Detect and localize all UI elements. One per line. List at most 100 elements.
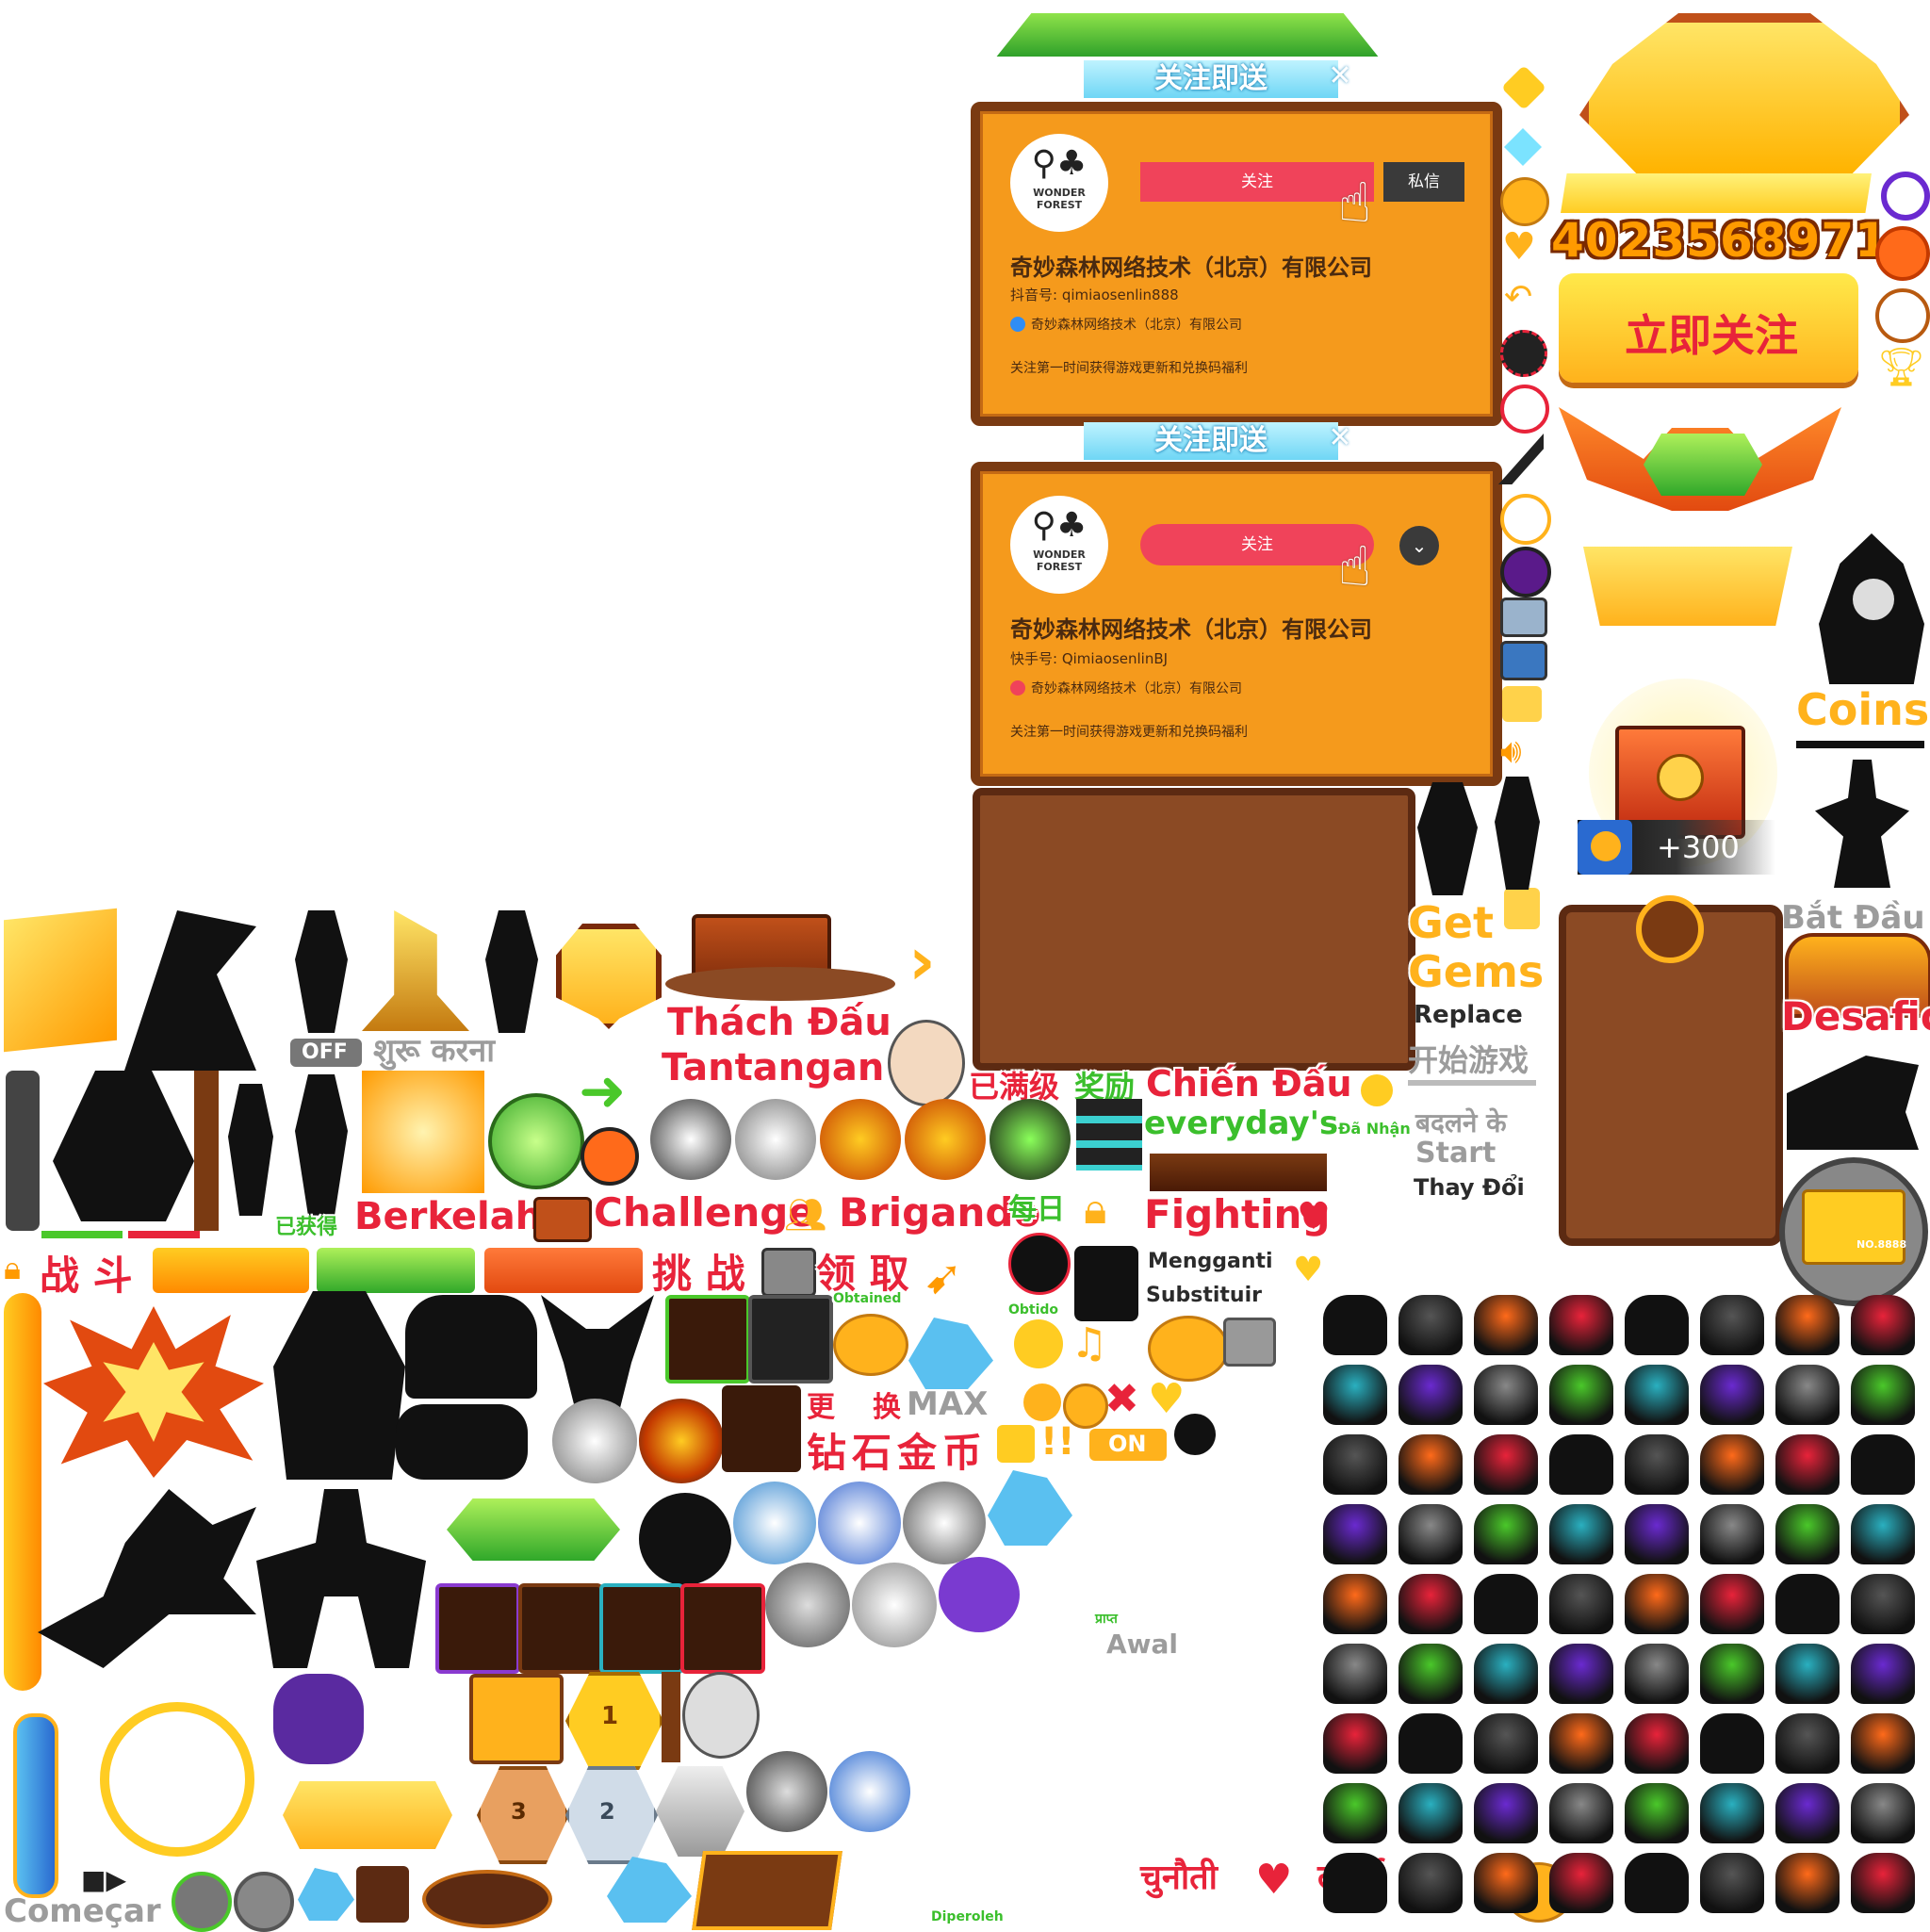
hero-portrait-icon — [1398, 1295, 1463, 1355]
get-label: Get — [1408, 897, 1494, 948]
gear-icon — [1636, 895, 1704, 963]
hero-portrait-icon — [1625, 1365, 1689, 1425]
coin-stack-icon — [1148, 1316, 1229, 1382]
purple-ring-icon — [1881, 172, 1930, 221]
spear-silhouette — [228, 1084, 273, 1216]
spiked-mine-icon — [1500, 330, 1547, 377]
hero-portrait-icon — [1775, 1853, 1840, 1913]
demon-silhouette — [541, 1295, 654, 1408]
hero-portrait-icon — [1398, 1504, 1463, 1564]
bat-dau-label: Bắt Đầu — [1781, 899, 1925, 937]
verified-name: 奇妙森林网络技术（北京）有限公司 — [1031, 318, 1242, 333]
horse-trophy — [362, 910, 469, 1031]
diperoleh-label: Diperoleh — [931, 1909, 1004, 1924]
shuru-label: शुरू करना — [373, 1032, 496, 1070]
zhandou-label: 战 斗 — [40, 1253, 133, 1299]
hero-portrait-icon — [1323, 1644, 1387, 1704]
close-icon[interactable]: ✕ — [1324, 422, 1356, 454]
hero-portrait-icon — [1625, 1295, 1689, 1355]
green-gem-button[interactable] — [447, 1498, 620, 1561]
slot-purple — [435, 1583, 520, 1674]
awal-label: Awal — [1106, 1629, 1179, 1660]
thay-doi-label: Thay Đổi — [1414, 1174, 1525, 1201]
video-icon: ■▶ — [81, 1864, 126, 1895]
yihuode-label: 已获得 — [275, 1216, 338, 1239]
hero-portrait-icon — [1474, 1783, 1538, 1843]
pointing-hand-icon: ☝ — [1338, 171, 1372, 235]
green-orb-icon — [488, 1093, 584, 1189]
fire-orb-icon — [639, 1399, 724, 1483]
everydays-label: everyday's — [1144, 1105, 1339, 1142]
hero-portrait-icon — [1700, 1365, 1764, 1425]
rank-2-number: 2 — [599, 1798, 615, 1825]
hero-portrait-icon — [1549, 1853, 1613, 1913]
globe-icon — [1875, 288, 1930, 343]
black-dot — [1174, 1414, 1216, 1455]
hero-portrait-icon — [1775, 1783, 1840, 1843]
hero-portrait-icon — [1700, 1295, 1764, 1355]
mage-silhouette — [295, 1074, 348, 1216]
hero-portrait-icon — [1323, 1713, 1387, 1774]
sun-icon — [1875, 226, 1930, 281]
lock-icon: 🔒︎ — [4, 1250, 22, 1287]
hero-portrait-icon — [1474, 1574, 1538, 1634]
hero-portrait-icon — [1398, 1365, 1463, 1425]
orange-tall-bar — [4, 1293, 41, 1691]
account-id: 抖音号: qimiaosenlin888 — [1010, 287, 1179, 303]
robot-silhouette — [1074, 1246, 1138, 1321]
gray-button — [234, 1872, 294, 1932]
hero-portrait-icon — [1851, 1853, 1915, 1913]
black-orb — [639, 1493, 731, 1585]
coin-bag-icon — [939, 1557, 1020, 1632]
trident-icon — [1796, 741, 1924, 748]
hero-portrait-icon — [1851, 1783, 1915, 1843]
verified-icon — [1010, 317, 1025, 332]
close-icon[interactable]: ✕ — [1324, 60, 1356, 92]
hero-portrait-icon — [1625, 1504, 1689, 1564]
trophy-icon: 🏆︎ — [1877, 346, 1925, 389]
hero-face — [1853, 579, 1894, 620]
share-button[interactable] — [172, 1872, 232, 1932]
green-team-skill-icon — [990, 1099, 1071, 1180]
yimanji-label: 已满级 — [969, 1069, 1060, 1105]
hero-portrait-icon — [1700, 1644, 1764, 1704]
whirlwind-skill-icon — [735, 1099, 816, 1180]
hero-portrait-icon — [1323, 1574, 1387, 1634]
follow-note: 关注第一时间获得游戏更新和兑换码福利 — [1010, 361, 1248, 376]
hex-bars — [1076, 1099, 1142, 1171]
orange-bar — [153, 1248, 309, 1293]
gold-tag-icon — [1500, 64, 1547, 111]
crystal-icon — [908, 1318, 993, 1389]
rank-3-number: 3 — [511, 1798, 527, 1825]
on-label: ON — [1108, 1431, 1147, 1457]
catapult-silhouette — [124, 910, 256, 1071]
tiaozhan-label: 挑 战 — [652, 1251, 745, 1297]
chevron-down-icon[interactable]: ⌄ — [1399, 526, 1439, 565]
rank-1-number: 1 — [601, 1702, 619, 1730]
broken-heart-icon: ♥ — [1255, 1856, 1293, 1904]
coin-stack-icon — [833, 1314, 908, 1376]
tornado-orb-icon — [733, 1482, 816, 1564]
heart-icon: ♥ — [1502, 225, 1536, 269]
chest-icon — [1500, 598, 1547, 637]
gold-block — [4, 908, 117, 1053]
hero-portrait-icon — [1474, 1295, 1538, 1355]
hero-portrait-icon — [1474, 1853, 1538, 1913]
gems-label: Gems — [1408, 946, 1545, 997]
geng-label: 更 — [807, 1391, 835, 1424]
obtido-label: Obtido — [1008, 1302, 1059, 1318]
chevron-right-icon[interactable]: › — [908, 924, 956, 999]
red-health-bar — [128, 1231, 200, 1238]
slot-brown — [518, 1583, 603, 1674]
badalne-label: बदलने के — [1415, 1107, 1507, 1138]
hero-portrait-icon — [1549, 1713, 1613, 1774]
coin-icon — [1361, 1074, 1393, 1106]
clipboard-icon — [1504, 888, 1540, 929]
da-nhan-label: Đã Nhận — [1338, 1120, 1411, 1138]
add-friend-icon: 👥︎ — [784, 1196, 827, 1235]
coins-label: Coins — [1796, 684, 1930, 735]
hero-portrait-icon — [1775, 1295, 1840, 1355]
cart-silhouette — [405, 1295, 537, 1399]
wood-plank — [662, 1672, 680, 1762]
kaishi-label: 开始游戏 — [1408, 1042, 1529, 1078]
